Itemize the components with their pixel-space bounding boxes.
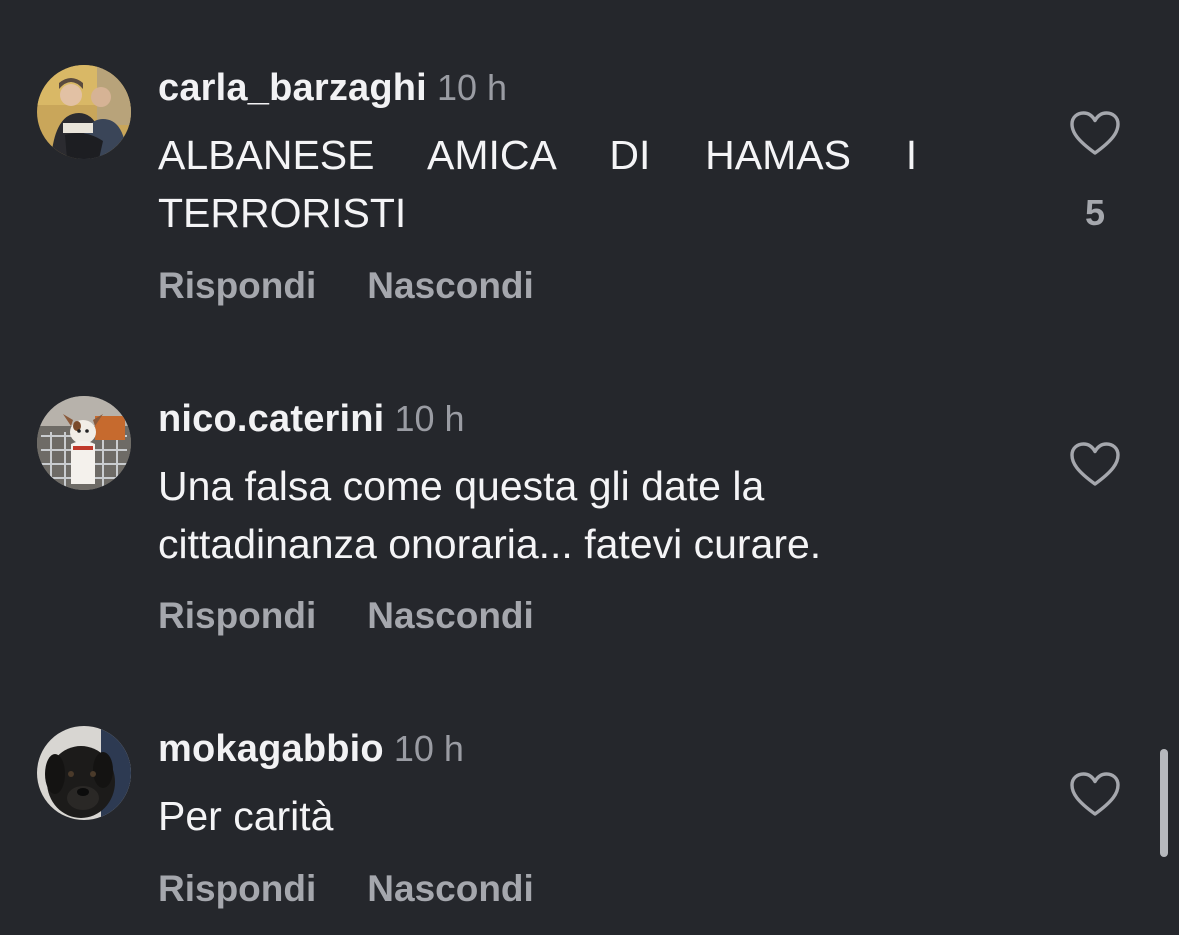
comment-text-line: TERRORISTI [158, 190, 407, 236]
avatar[interactable] [37, 65, 131, 159]
couple-photo-avatar-icon [37, 65, 131, 159]
black-dog-avatar-icon [37, 726, 131, 820]
like-count: 5 [1084, 192, 1106, 233]
timestamp: 10 h [393, 728, 464, 769]
avatar[interactable] [37, 396, 131, 490]
scrollbar[interactable] [1160, 749, 1168, 857]
timestamp: 10 h [436, 67, 508, 108]
comment-actions: Rispondi Nascondi [158, 592, 534, 648]
comment-header: carla_barzaghi 10 h [158, 64, 507, 120]
comment-actions: Rispondi Nascondi [158, 262, 534, 318]
comment-actions: Rispondi Nascondi [158, 865, 534, 921]
comment-header: nico.caterini 10 h [158, 395, 465, 451]
comment-text-line: ALBANESE AMICA DI HAMAS I [158, 132, 918, 178]
username[interactable]: carla_barzaghi [158, 67, 427, 109]
like-button[interactable] [1069, 110, 1121, 158]
timestamp: 10 h [394, 398, 465, 439]
comment-text-line: cittadinanza onoraria... fatevi curare. [158, 521, 822, 567]
reply-button[interactable]: Rispondi [158, 262, 316, 310]
heart-icon [1070, 772, 1120, 816]
comment-text: Una falsa come questa gli date la cittad… [158, 457, 821, 573]
username[interactable]: mokagabbio [158, 728, 384, 770]
like-button[interactable] [1069, 441, 1121, 489]
reply-button[interactable]: Rispondi [158, 592, 316, 640]
comment-text-line: Per carità [158, 793, 334, 839]
username[interactable]: nico.caterini [158, 398, 384, 440]
avatar[interactable] [37, 726, 131, 820]
hide-button[interactable]: Nascondi [367, 592, 534, 640]
comment-text: Per carità [158, 787, 333, 845]
reply-button[interactable]: Rispondi [158, 865, 316, 913]
dog-in-cart-avatar-icon [37, 396, 131, 490]
like-button[interactable] [1069, 771, 1121, 819]
heart-icon [1070, 442, 1120, 486]
hide-button[interactable]: Nascondi [367, 262, 534, 310]
comment-text-line: Una falsa come questa gli date la [158, 463, 765, 509]
hide-button[interactable]: Nascondi [367, 865, 534, 913]
comment-text: ALBANESE AMICA DI HAMAS I TERRORISTI [158, 126, 917, 242]
heart-icon [1070, 111, 1120, 155]
comment-header: mokagabbio 10 h [158, 725, 464, 781]
